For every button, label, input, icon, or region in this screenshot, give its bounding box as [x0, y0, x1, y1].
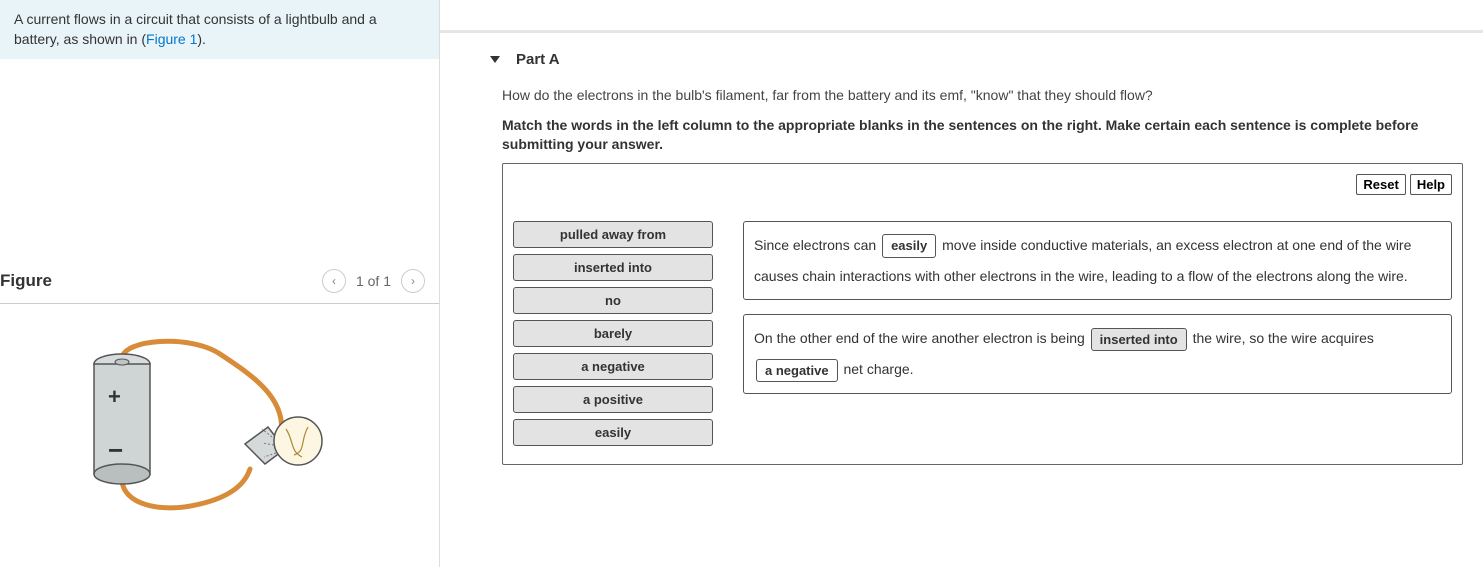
battery-bulb-circuit-icon: + − [50, 329, 330, 519]
answer-blank[interactable]: inserted into [1091, 328, 1187, 352]
answer-toolbar: Reset Help [513, 174, 1452, 195]
sentence-text: On the other end of the wire another ele… [754, 330, 1089, 346]
problem-prompt: A current flows in a circuit that consis… [0, 0, 439, 59]
sentence-text: net charge. [843, 361, 913, 377]
left-panel: A current flows in a circuit that consis… [0, 0, 440, 567]
word-chip[interactable]: no [513, 287, 713, 314]
figure-header: Figure ‹ 1 of 1 › [0, 269, 439, 304]
word-chip[interactable]: inserted into [513, 254, 713, 281]
caret-down-icon [490, 56, 500, 63]
instructions-text: Match the words in the left column to th… [502, 116, 1463, 155]
match-area: pulled away from inserted into no barely… [513, 221, 1452, 446]
word-bank: pulled away from inserted into no barely… [513, 221, 713, 446]
answer-blank[interactable]: a negative [756, 359, 838, 383]
part-header[interactable]: Part A [440, 30, 1483, 86]
figure-counter: 1 of 1 [356, 273, 391, 289]
word-chip[interactable]: pulled away from [513, 221, 713, 248]
question-area: How do the electrons in the bulb's filam… [440, 86, 1483, 465]
prompt-text-after: ). [197, 31, 206, 47]
sentence-box-2[interactable]: On the other end of the wire another ele… [743, 314, 1452, 394]
word-chip[interactable]: easily [513, 419, 713, 446]
sentence-column: Since electrons can easily move inside c… [743, 221, 1452, 394]
right-panel: Part A How do the electrons in the bulb'… [440, 0, 1483, 567]
svg-text:−: − [108, 435, 123, 465]
sentence-text: the wire, so the wire acquires [1193, 330, 1374, 346]
svg-text:+: + [108, 384, 121, 409]
word-chip[interactable]: a negative [513, 353, 713, 380]
help-button[interactable]: Help [1410, 174, 1452, 195]
reset-button[interactable]: Reset [1356, 174, 1405, 195]
figure-nav: ‹ 1 of 1 › [322, 269, 425, 293]
figure-title: Figure [0, 271, 52, 291]
answer-box: Reset Help pulled away from inserted int… [502, 163, 1463, 465]
figure-next-button[interactable]: › [401, 269, 425, 293]
word-chip[interactable]: a positive [513, 386, 713, 413]
sentence-box-1[interactable]: Since electrons can easily move inside c… [743, 221, 1452, 301]
part-title: Part A [516, 51, 560, 68]
sentence-text: Since electrons can [754, 237, 880, 253]
question-text: How do the electrons in the bulb's filam… [502, 86, 1463, 106]
figure-link[interactable]: Figure 1 [146, 31, 197, 47]
figure-prev-button[interactable]: ‹ [322, 269, 346, 293]
word-chip[interactable]: barely [513, 320, 713, 347]
answer-blank[interactable]: easily [882, 234, 936, 258]
circuit-figure: + − [0, 329, 439, 522]
